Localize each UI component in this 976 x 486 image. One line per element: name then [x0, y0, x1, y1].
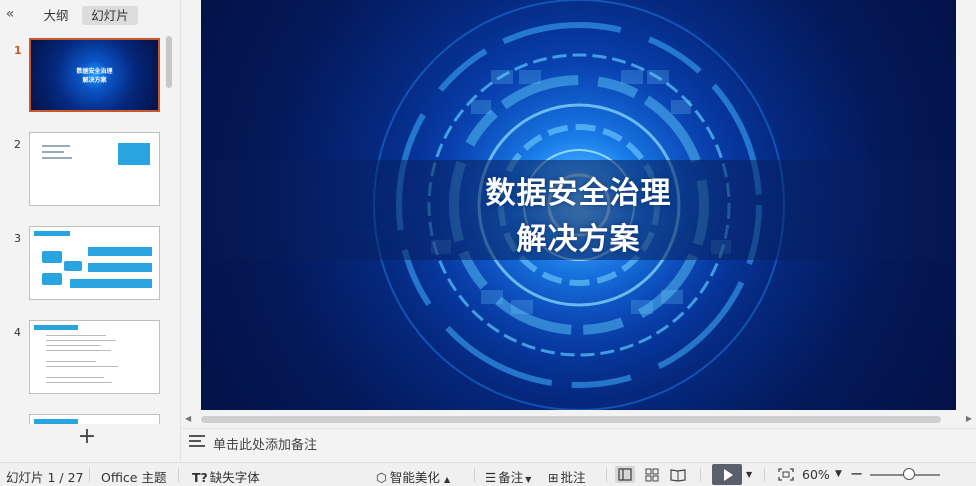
- thumbnail-text-line: [46, 350, 111, 351]
- thumbnail-row-3[interactable]: 3: [0, 226, 176, 304]
- divider: [764, 468, 765, 482]
- scroll-left-icon[interactable]: ◀: [185, 414, 191, 423]
- thumbnail-text-line: [46, 377, 104, 378]
- divider: [89, 468, 90, 482]
- missing-fonts-label: 缺失字体: [209, 470, 260, 485]
- thumbnail-text-line: [46, 366, 118, 367]
- slide-sorter-icon[interactable]: [642, 466, 662, 483]
- scrollbar-thumb[interactable]: [201, 416, 941, 423]
- editor-area: 数据安全治理 解决方案 ◀ ▶ 单击此处添加备注: [181, 0, 976, 462]
- notes-icon: [189, 435, 205, 449]
- thumbnail-shape: [42, 273, 62, 285]
- status-bar: 幻灯片 1 / 27 Office 主题 T? 缺失字体 ⬡ 智能美化 ▲ ☰ 备注 ▼ …: [0, 462, 976, 486]
- thumbnail-row-1[interactable]: 1 数据安全治理 解决方案: [0, 38, 176, 116]
- thumbnail-header-bar: [34, 231, 70, 236]
- tab-slides[interactable]: 幻灯片: [82, 6, 138, 25]
- thumbnail-number: 4: [14, 326, 21, 339]
- thumbnail-number: 1: [14, 44, 22, 57]
- notes-pane[interactable]: 单击此处添加备注: [181, 428, 976, 455]
- smart-beautify-button[interactable]: ⬡ 智能美化 ▲: [376, 467, 450, 486]
- thumbnail-text-line: [42, 157, 72, 159]
- slide-counter: 幻灯片 1 / 27: [6, 470, 84, 485]
- smart-beautify-label: 智能美化: [389, 470, 440, 485]
- thumbnail-scrollbar[interactable]: [166, 36, 172, 88]
- thumbnail-shape: [88, 247, 152, 256]
- play-slideshow-button[interactable]: [712, 464, 742, 485]
- thumbnail-number: 3: [14, 232, 21, 245]
- theme-name[interactable]: Office 主题: [101, 467, 166, 486]
- slide-title-line2[interactable]: 解决方案: [201, 214, 956, 258]
- tab-outline[interactable]: 大纲: [38, 6, 74, 25]
- thumbnail-shape: [70, 279, 152, 288]
- notes-toggle-button[interactable]: ☰ 备注 ▼: [485, 467, 531, 486]
- thumbnail-shape: [88, 263, 152, 272]
- slide-title-line1[interactable]: 数据安全治理: [201, 168, 956, 212]
- zoom-slider-knob[interactable]: [903, 468, 915, 480]
- comments-button[interactable]: ⊞ 批注: [548, 467, 586, 486]
- missing-fonts-button[interactable]: T? 缺失字体: [192, 467, 260, 486]
- fit-to-window-icon[interactable]: [776, 466, 796, 483]
- thumbnail-slide-5[interactable]: [29, 414, 160, 424]
- thumbnail-text-line: [46, 340, 116, 341]
- slide-canvas[interactable]: 数据安全治理 解决方案: [201, 0, 956, 410]
- thumbnail-slide-3[interactable]: [29, 226, 160, 300]
- thumbnail-slide-2[interactable]: [29, 132, 160, 206]
- beautify-icon: ⬡: [376, 470, 387, 485]
- thumbnail-slide-4[interactable]: [29, 320, 160, 394]
- zoom-level[interactable]: 60%: [802, 467, 830, 482]
- divider: [178, 468, 179, 482]
- horizontal-scrollbar[interactable]: ◀ ▶: [181, 412, 976, 426]
- divider: [474, 468, 475, 482]
- notes-placeholder[interactable]: 单击此处添加备注: [213, 434, 317, 453]
- thumbnail-shape: [64, 261, 82, 271]
- thumbnail-number: 2: [14, 138, 21, 151]
- collapse-panel-icon[interactable]: «: [2, 6, 18, 22]
- thumbnail-row-5[interactable]: [0, 414, 176, 424]
- chevron-down-icon: ▼: [525, 475, 532, 484]
- zoom-out-icon[interactable]: −: [850, 464, 863, 483]
- reading-view-icon[interactable]: [668, 466, 688, 483]
- zoom-dropdown-icon[interactable]: ▼: [835, 469, 842, 479]
- add-slide-icon[interactable]: +: [77, 426, 97, 448]
- thumbnail-slide-1[interactable]: 数据安全治理 解决方案: [29, 38, 160, 112]
- thumbnail-title-block: [118, 143, 150, 165]
- thumbnail-row-4[interactable]: 4: [0, 320, 176, 398]
- thumbnail-text-line: [42, 145, 70, 147]
- thumbnail-title-line2: 解决方案: [82, 77, 107, 84]
- divider: [700, 468, 701, 482]
- thumbnail-text-line: [46, 345, 101, 346]
- normal-view-icon[interactable]: [615, 466, 635, 483]
- thumbnail-header-bar: [34, 419, 78, 424]
- thumbnail-shape: [42, 251, 62, 263]
- comments-label: 批注: [560, 470, 586, 485]
- thumbnail-text-line: [46, 361, 96, 362]
- missing-font-icon: T?: [192, 470, 208, 485]
- slides-panel: « 大纲 幻灯片 1 数据安全治理 解决方案 2 3 4 +: [0, 0, 181, 462]
- thumbnail-title-line1: 数据安全治理: [76, 68, 113, 75]
- notes-lines-icon: ☰: [485, 470, 497, 485]
- play-options-chevron-icon[interactable]: ▼: [746, 470, 752, 479]
- thumbnail-text-line: [46, 335, 106, 336]
- thumbnail-row-2[interactable]: 2: [0, 132, 176, 210]
- thumbnail-header-bar: [34, 325, 78, 330]
- comment-add-icon: ⊞: [548, 470, 559, 485]
- notes-toggle-label: 备注: [498, 470, 524, 485]
- thumbnail-text-line: [46, 382, 112, 383]
- scroll-right-icon[interactable]: ▶: [966, 414, 972, 423]
- thumbnail-text-line: [42, 151, 64, 153]
- thumbnail-list: 1 数据安全治理 解决方案 2 3 4: [0, 34, 176, 424]
- divider: [606, 468, 607, 482]
- chevron-up-icon: ▲: [443, 475, 451, 484]
